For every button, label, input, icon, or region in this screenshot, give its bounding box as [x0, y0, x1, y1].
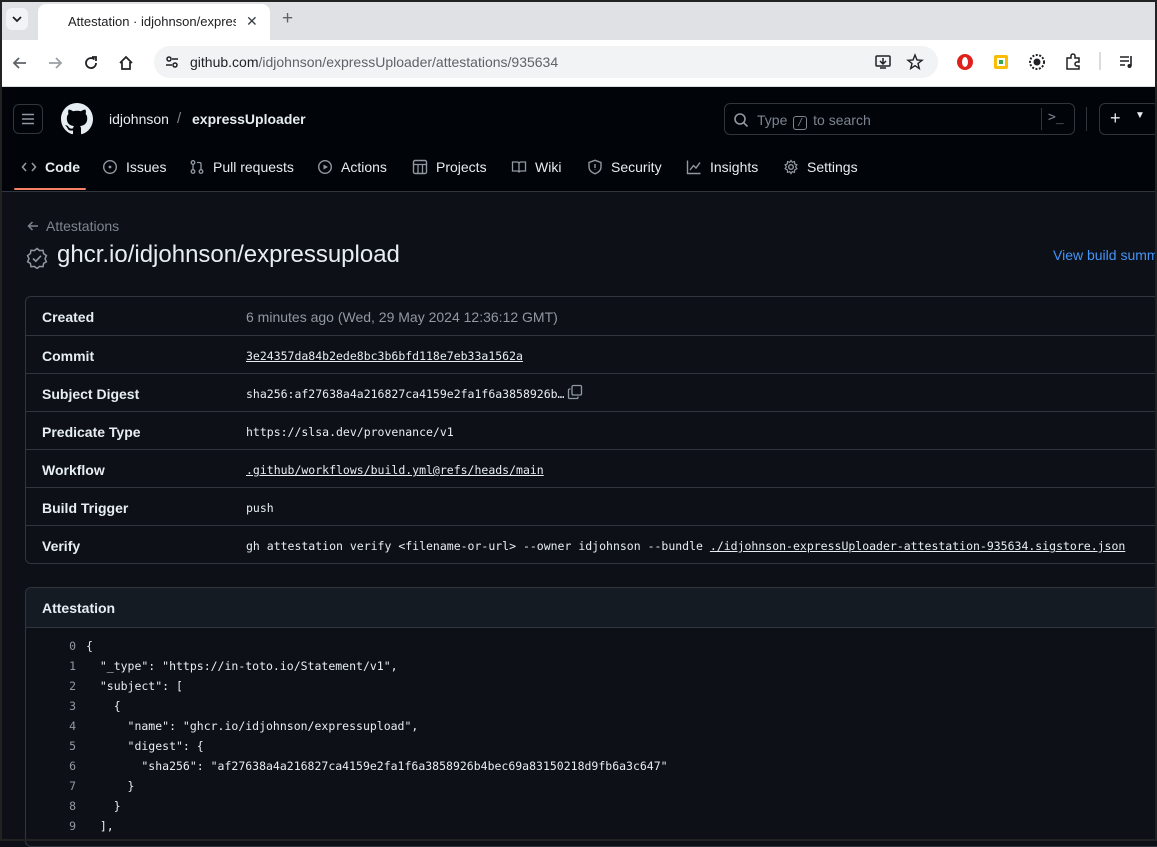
- github-header: idjohnson / expressUploader Type / to se…: [0, 87, 1157, 192]
- play-icon: [317, 159, 333, 175]
- search-divider: [1041, 108, 1042, 130]
- verify-command: gh attestation verify <filename-or-url> …: [246, 539, 1126, 553]
- pull-request-icon: [190, 160, 204, 174]
- details-row-predicate-type: Predicate Type https://slsa.dev/provenan…: [26, 411, 1157, 449]
- bookmark-star-icon[interactable]: [906, 53, 924, 71]
- tab-settings[interactable]: Settings: [783, 159, 858, 175]
- url-text: github.com/idjohnson/expressUploader/att…: [190, 54, 559, 70]
- attestation-header: Attestation: [26, 588, 1157, 628]
- tab-title: Attestation · idjohnson/expressUploader: [68, 14, 236, 29]
- created-value: 6 minutes ago (Wed, 29 May 2024 12:36:12…: [246, 309, 558, 325]
- attestation-panel: Attestation 0{ 1 "_type": "https://in-to…: [25, 587, 1157, 847]
- search-placeholder: Type / to search: [757, 112, 871, 130]
- media-controls-icon[interactable]: [1117, 52, 1137, 72]
- back-arrow-icon[interactable]: [9, 52, 31, 74]
- table-icon: [412, 159, 428, 175]
- site-info-icon[interactable]: [164, 54, 180, 70]
- new-tab-button[interactable]: +: [282, 9, 293, 29]
- opera-extension-icon[interactable]: [955, 52, 975, 72]
- bundle-download-link[interactable]: ./idjohnson-expressUploader-attestation-…: [710, 539, 1125, 553]
- view-build-summary-link[interactable]: View build summary: [1053, 247, 1157, 263]
- reload-icon[interactable]: [80, 52, 102, 74]
- breadcrumb-owner[interactable]: idjohnson: [109, 111, 169, 127]
- tab-issues[interactable]: Issues: [102, 159, 166, 175]
- workflow-link[interactable]: .github/workflows/build.yml@refs/heads/m…: [246, 463, 544, 477]
- predicate-type-value: https://slsa.dev/provenance/v1: [246, 425, 454, 439]
- tab-actions[interactable]: Actions: [317, 159, 387, 175]
- code-icon: [21, 162, 37, 172]
- tab-search-button[interactable]: [6, 8, 28, 30]
- code-line: 8 }: [69, 799, 121, 813]
- verified-badge-icon: [26, 247, 48, 269]
- breadcrumb-separator: /: [177, 110, 182, 127]
- code-line: 1 "_type": "https://in-toto.io/Statement…: [69, 659, 398, 673]
- code-line: 0{: [69, 639, 93, 653]
- code-line: 7 }: [69, 779, 135, 793]
- chevron-down-icon: [12, 16, 22, 23]
- back-to-attestations-link[interactable]: Attestations: [26, 218, 119, 234]
- code-line: 5 "digest": {: [69, 739, 204, 753]
- install-app-icon[interactable]: [874, 53, 892, 71]
- tab-projects[interactable]: Projects: [412, 159, 487, 175]
- graph-icon: [686, 160, 701, 175]
- menu-button[interactable]: [13, 104, 43, 134]
- triangle-down-icon: ▼: [1135, 110, 1145, 121]
- code-line: 4 "name": "ghcr.io/idjohnson/expressuplo…: [69, 719, 419, 733]
- gear-icon: [784, 159, 798, 175]
- book-icon: [511, 161, 527, 173]
- code-line: 3 {: [69, 699, 121, 713]
- commit-link[interactable]: 3e24357da84b2ede8bc3b6bfd118e7eb33a1562a: [246, 349, 523, 363]
- active-tab-indicator: [14, 188, 86, 190]
- create-new-button[interactable]: + ▼: [1099, 103, 1157, 135]
- slash-key: /: [793, 116, 808, 130]
- search-input[interactable]: Type / to search >_: [724, 103, 1075, 135]
- search-icon: [734, 113, 749, 128]
- details-row-created: Created 6 minutes ago (Wed, 29 May 2024 …: [42, 309, 558, 325]
- sun-extension-icon[interactable]: [1027, 52, 1047, 72]
- address-bar[interactable]: github.com/idjohnson/expressUploader/att…: [154, 46, 938, 78]
- subject-digest-value: sha256:af27638a4a216827ca4159e2fa1f6a385…: [246, 387, 565, 401]
- tab-security[interactable]: Security: [587, 159, 662, 175]
- build-trigger-value: push: [246, 501, 274, 515]
- tab-insights[interactable]: Insights: [686, 159, 758, 175]
- code-line: 6 "sha256": "af27638a4a216827ca4159e2fa1…: [69, 759, 668, 773]
- browser-tab-active[interactable]: Attestation · idjohnson/expressUploader …: [38, 4, 270, 40]
- command-palette-icon[interactable]: >_: [1048, 110, 1064, 125]
- plus-icon: +: [1110, 108, 1121, 128]
- attestation-json: 0{ 1 "_type": "https://in-toto.io/Statem…: [26, 636, 1157, 836]
- attestation-details-table: Created 6 minutes ago (Wed, 29 May 2024 …: [25, 296, 1157, 564]
- hamburger-icon: [22, 113, 34, 125]
- github-logo-icon[interactable]: [61, 103, 93, 135]
- breadcrumb-repo[interactable]: expressUploader: [192, 111, 306, 127]
- arrow-left-icon: [27, 221, 38, 231]
- tab-pull-requests[interactable]: Pull requests: [189, 159, 294, 175]
- tab-code[interactable]: Code: [21, 159, 80, 175]
- details-row-workflow: Workflow .github/workflows/build.yml@ref…: [26, 449, 1157, 487]
- header-divider: [1086, 107, 1087, 131]
- tab-wiki[interactable]: Wiki: [511, 159, 561, 175]
- extensions-puzzle-icon[interactable]: [1063, 52, 1083, 72]
- shield-icon: [588, 159, 602, 175]
- details-row-subject-digest: Subject Digest sha256:af27638a4a216827ca…: [26, 373, 1157, 411]
- toolbar-divider: [1099, 52, 1101, 70]
- home-icon[interactable]: [115, 52, 137, 74]
- copy-icon[interactable]: [567, 384, 583, 400]
- close-icon[interactable]: ✕: [246, 13, 258, 30]
- forward-arrow-icon[interactable]: [44, 52, 66, 74]
- color-picker-extension-icon[interactable]: [991, 52, 1011, 72]
- code-line: 2 "subject": [: [69, 679, 183, 693]
- browser-toolbar: github.com/idjohnson/expressUploader/att…: [0, 40, 1157, 87]
- details-row-verify: Verify gh attestation verify <filename-o…: [26, 525, 1157, 563]
- details-row-build-trigger: Build Trigger push: [26, 487, 1157, 525]
- attestation-title: Attestation: [42, 600, 116, 616]
- page-title: ghcr.io/idjohnson/expressupload: [57, 241, 400, 268]
- issue-icon: [102, 159, 118, 175]
- details-row-commit: Commit 3e24357da84b2ede8bc3b6bfd118e7eb3…: [26, 335, 1157, 373]
- browser-tab-strip: Attestation · idjohnson/expressUploader …: [0, 0, 1157, 40]
- code-line: 9 ],: [69, 819, 114, 833]
